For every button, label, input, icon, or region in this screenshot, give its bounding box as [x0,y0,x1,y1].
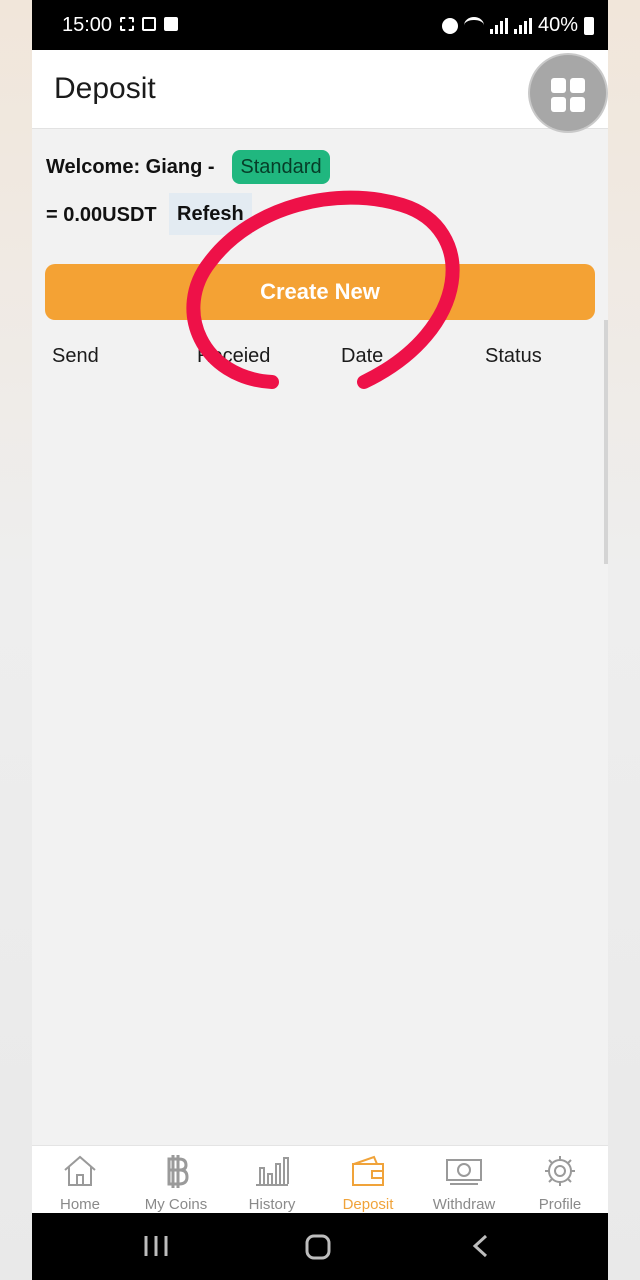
nav-label-withdraw: Withdraw [432,1196,496,1213]
nav-home[interactable]: Home [32,1146,128,1214]
bottom-navigation: Home My Coins History Deposit Withdraw P… [32,1145,608,1214]
nav-history[interactable]: History [224,1146,320,1214]
banknote-icon [446,1159,482,1185]
gear-icon [545,1156,575,1186]
wallet-icon [352,1155,384,1186]
android-navigation-bar [32,1213,608,1280]
nav-label-deposit: Deposit [342,1196,394,1213]
bar-chart-icon [256,1157,289,1186]
nav-withdraw[interactable]: Withdraw [416,1146,512,1214]
nav-label-home: Home [59,1196,100,1213]
recent-apps-icon[interactable] [144,1236,168,1256]
nav-deposit[interactable]: Deposit [320,1146,416,1214]
bitcoin-icon [167,1155,189,1188]
android-nav-icons [144,1234,488,1260]
nav-label-my-coins: My Coins [144,1196,208,1213]
nav-label-history: History [248,1196,296,1213]
nav-label-profile: Profile [538,1196,582,1213]
nav-my-coins[interactable]: My Coins [128,1146,224,1214]
android-home-icon[interactable] [305,1234,331,1260]
home-icon [64,1155,96,1186]
phone-screen: 15:00 40% Deposit Welcome: Giang - Stand… [32,0,608,1280]
back-icon[interactable] [472,1234,488,1258]
red-circle-annotation [186,190,460,389]
nav-profile[interactable]: Profile [512,1146,608,1214]
